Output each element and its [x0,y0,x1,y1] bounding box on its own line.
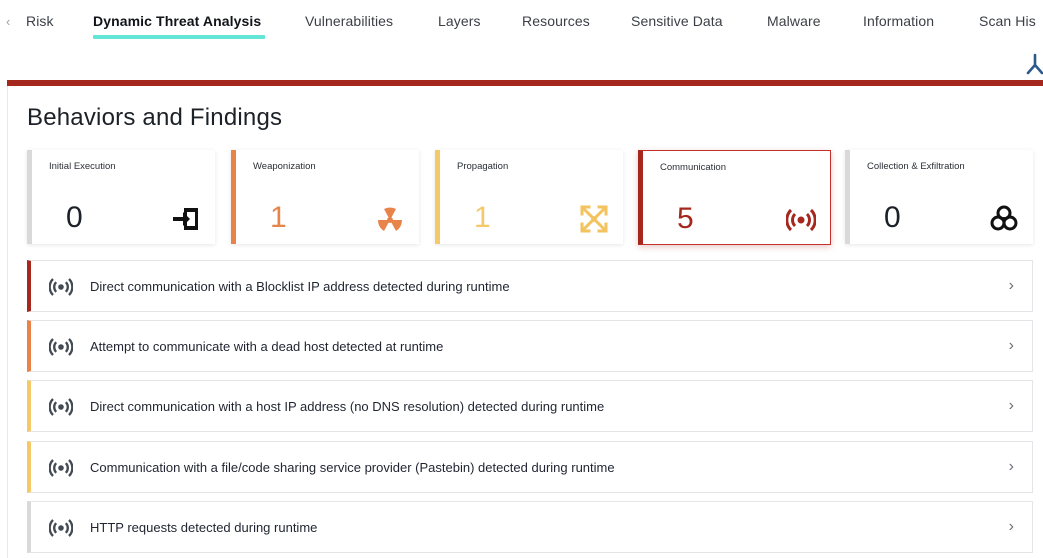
finding-text: Communication with a file/code sharing s… [90,460,615,475]
share-icon[interactable] [1025,53,1043,77]
broadcast-icon [49,338,73,356]
chevron-right-icon[interactable]: › [1009,277,1014,295]
stage-count: 1 [474,201,491,234]
tab-sensitive-data[interactable]: Sensitive Data [631,13,723,29]
chevron-right-icon[interactable]: › [1009,337,1014,355]
finding-row[interactable]: Communication with a file/code sharing s… [27,441,1033,493]
tab-vulnerabilities[interactable]: Vulnerabilities [305,13,393,29]
tab-information[interactable]: Information [863,13,934,29]
broadcast-icon [49,519,73,537]
tab-risk[interactable]: Risk [26,13,54,29]
stage-label: Initial Execution [49,161,116,172]
chevron-right-icon[interactable]: › [1009,458,1014,476]
stage-label: Collection & Exfiltration [867,161,965,172]
broadcast-icon [49,398,73,416]
finding-text: Direct communication with a Blocklist IP… [90,279,510,294]
stage-card-initial-execution[interactable]: Initial Execution 0 [27,150,215,244]
broadcast-icon [49,459,73,477]
stage-count: 0 [66,201,83,234]
radiation-icon [377,207,403,231]
stage-count: 5 [677,202,694,235]
finding-text: Direct communication with a host IP addr… [90,399,605,414]
execute-icon [173,208,198,230]
chevron-left-icon[interactable]: ‹ [6,14,10,29]
stage-card-weaponization[interactable]: Weaponization 1 [231,150,419,244]
stage-count: 1 [270,201,287,234]
finding-row[interactable]: HTTP requests detected during runtime › [27,501,1033,553]
spread-icon [580,205,608,233]
finding-row[interactable]: Direct communication with a Blocklist IP… [27,260,1033,312]
stage-count: 0 [884,201,901,234]
tab-layers[interactable]: Layers [438,13,481,29]
finding-text: HTTP requests detected during runtime [90,520,318,535]
broadcast-icon [49,278,73,296]
chevron-right-icon[interactable]: › [1009,397,1014,415]
active-tab-indicator [93,35,265,39]
tab-bar: ‹ Risk Dynamic Threat Analysis Vulnerabi… [0,0,1043,46]
biohazard-icon [990,205,1018,231]
stage-label: Weaponization [253,161,316,172]
chevron-right-icon[interactable]: › [1009,518,1014,536]
tab-scan-history[interactable]: Scan His [979,13,1036,29]
stage-label: Communication [660,162,726,173]
finding-row[interactable]: Attempt to communicate with a dead host … [27,320,1033,372]
tab-resources[interactable]: Resources [522,13,590,29]
panel-accent-bar [7,80,1043,86]
tab-dynamic-threat-analysis[interactable]: Dynamic Threat Analysis [93,13,261,29]
stage-card-collection-exfiltration[interactable]: Collection & Exfiltration 0 [845,150,1033,244]
stage-card-propagation[interactable]: Propagation 1 [435,150,623,244]
stage-label: Propagation [457,161,509,172]
tab-malware[interactable]: Malware [767,13,821,29]
finding-text: Attempt to communicate with a dead host … [90,339,444,354]
stage-card-communication[interactable]: Communication 5 [638,150,831,245]
page-title: Behaviors and Findings [27,104,283,131]
broadcast-icon [786,208,816,232]
finding-row[interactable]: Direct communication with a host IP addr… [27,380,1033,432]
